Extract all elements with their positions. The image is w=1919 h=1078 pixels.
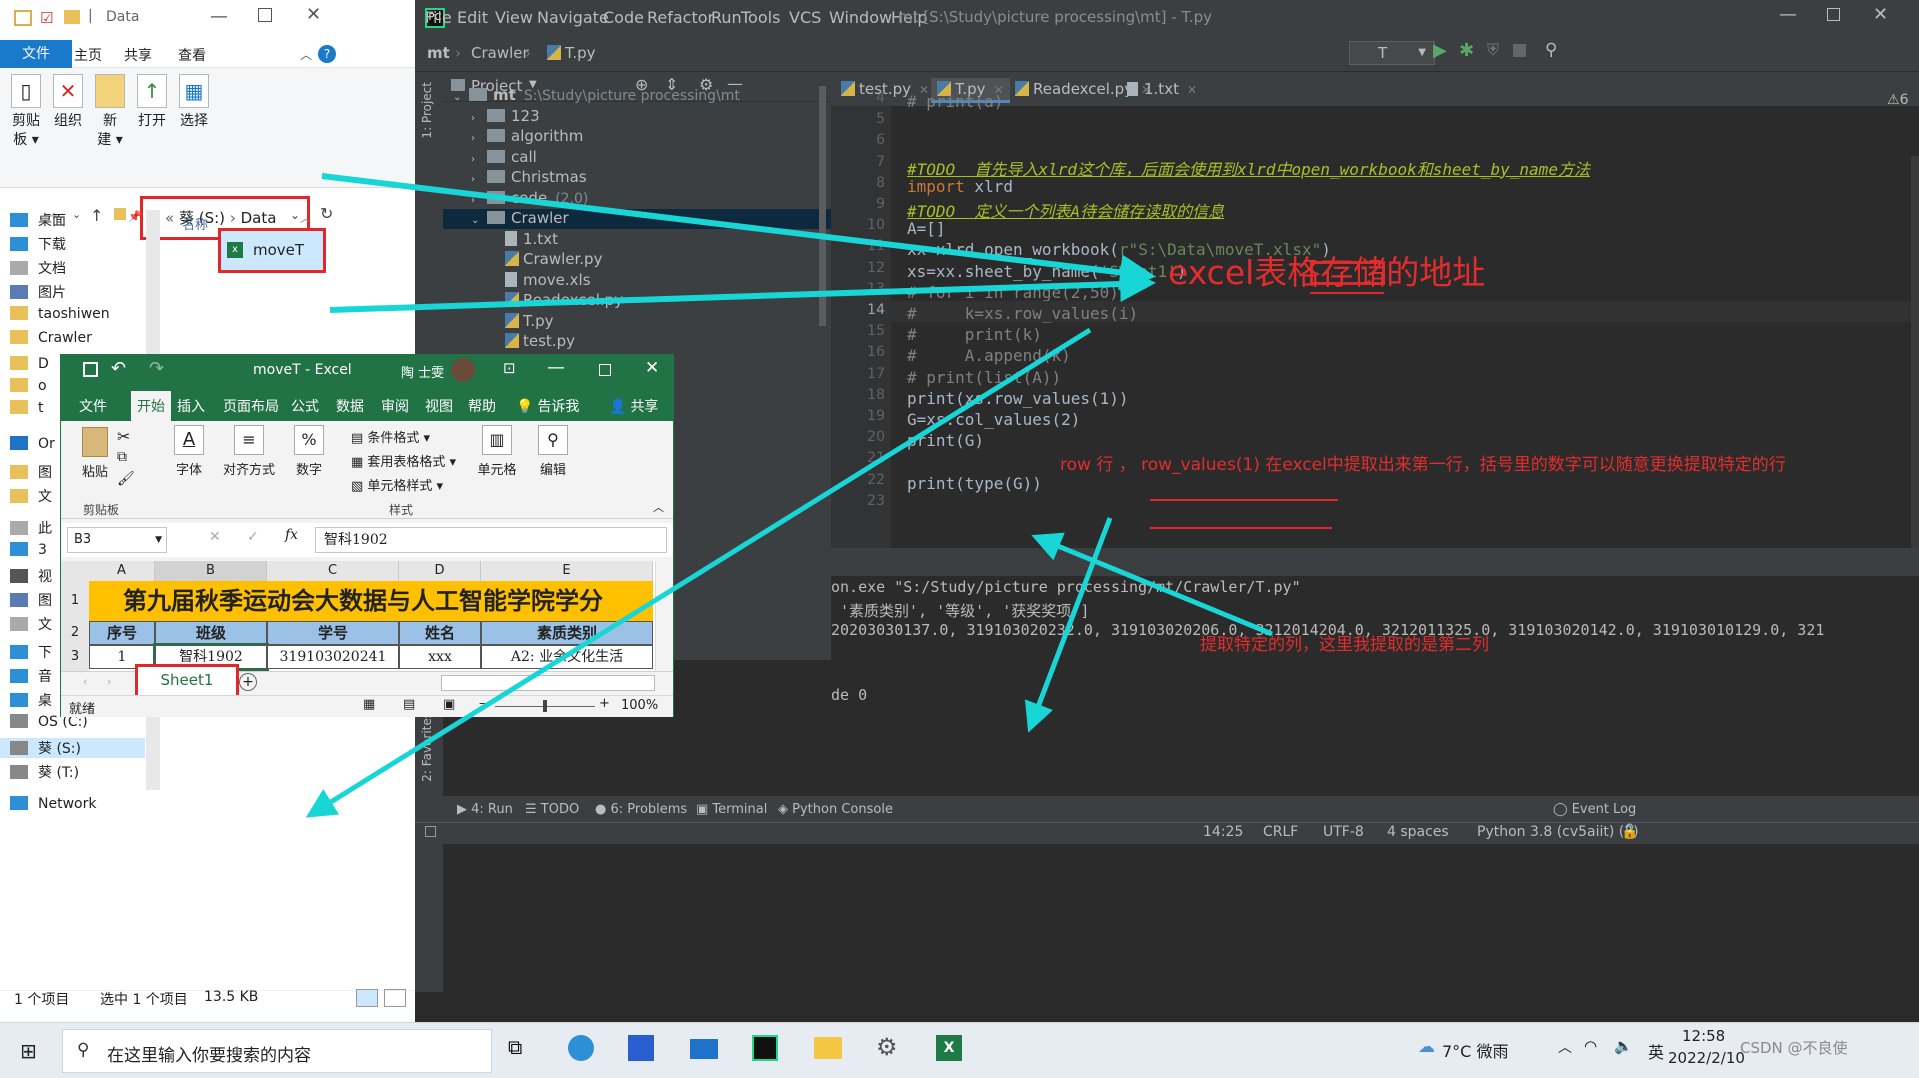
ime-indicator[interactable]: 英 (1648, 1039, 1664, 1063)
edge-icon[interactable] (568, 1035, 594, 1061)
settings-gear-icon[interactable]: ⚙ (876, 1033, 898, 1061)
windows-taskbar: ⊞ ⚲ 在这里输入你要搜索的内容 ⧉ ⚙ X ☁ 7°C 微雨 ︿ ◠ 🔈 英 … (0, 1022, 1919, 1078)
pycharm-taskbar-icon[interactable] (752, 1035, 778, 1061)
search-icon: ⚲ (77, 1040, 90, 1060)
arrow-file-to-code (329, 265, 1156, 313)
mail-icon[interactable] (690, 1039, 718, 1059)
weather-icon: ☁ (1418, 1037, 1435, 1057)
annotation-arrows (305, 173, 1273, 818)
clock-date[interactable]: 2022/2/10 (1668, 1049, 1745, 1067)
watermark: CSDN @不良使 (1740, 1039, 1848, 1057)
explorer-taskbar-icon[interactable] (814, 1037, 842, 1059)
volume-icon[interactable]: 🔈 (1614, 1037, 1633, 1055)
clock-time[interactable]: 12:58 (1682, 1027, 1725, 1045)
excel-taskbar-icon[interactable]: X (936, 1035, 962, 1061)
weather-text[interactable]: 7°C 微雨 (1442, 1038, 1508, 1062)
arrow-address-to-code (321, 173, 1156, 291)
task-view-icon[interactable]: ⧉ (508, 1035, 522, 1059)
arrow-sheet-to-tab (305, 327, 1092, 818)
search-placeholder: 在这里输入你要搜索的内容 (107, 1046, 311, 1066)
start-icon[interactable]: ⊞ (20, 1039, 37, 1063)
taskbar-search[interactable]: ⚲ 在这里输入你要搜索的内容 (62, 1029, 492, 1073)
tray-chevron-icon[interactable]: ︿ (1558, 1037, 1572, 1057)
wifi-icon[interactable]: ◠ (1584, 1037, 1597, 1055)
store-icon[interactable] (628, 1035, 654, 1061)
